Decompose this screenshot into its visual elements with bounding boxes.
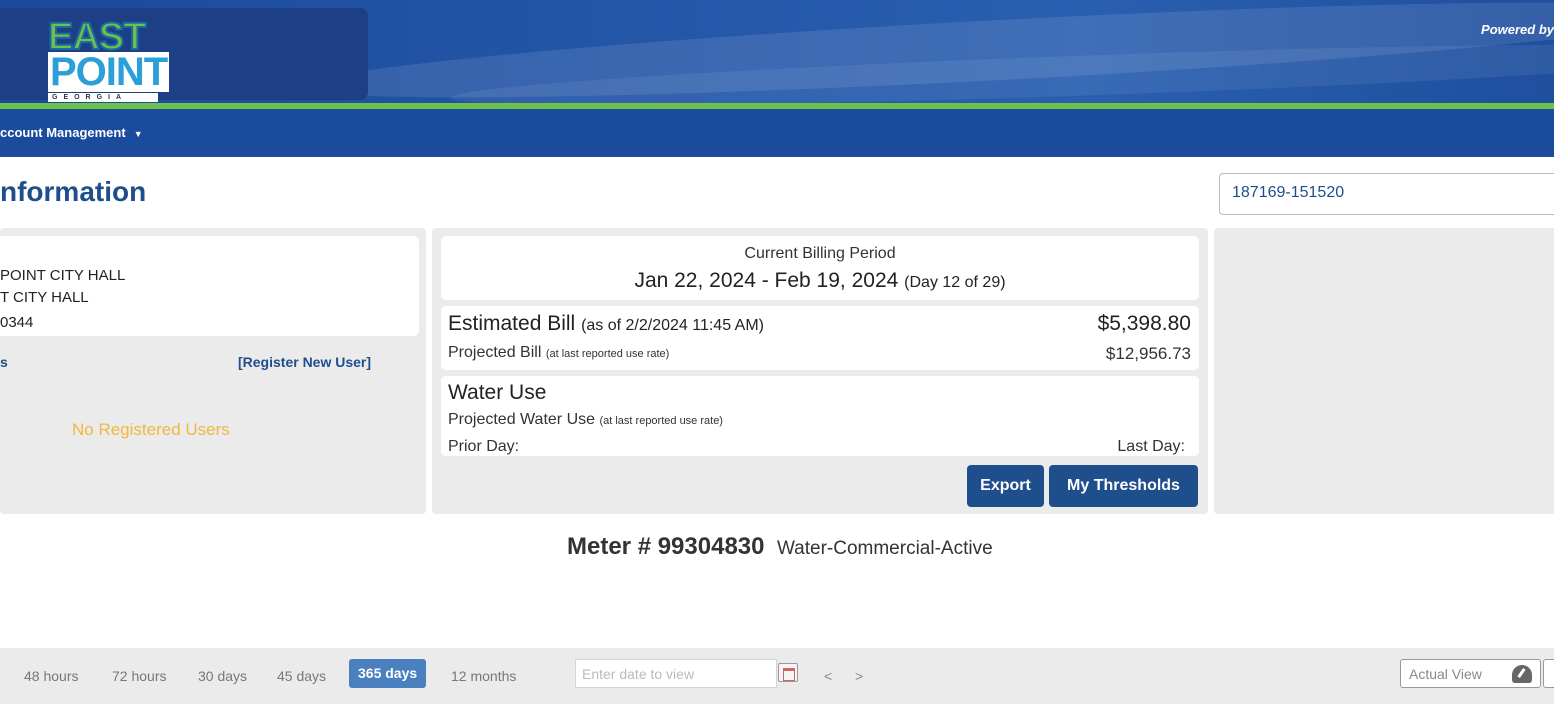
- projected-water-use: Projected Water Use (at last reported us…: [448, 411, 723, 429]
- nav-account-management[interactable]: ccount Management ▼: [0, 125, 143, 140]
- powered-by-text: Powered by: [1481, 22, 1554, 37]
- nav-account-management-label: ccount Management: [0, 125, 126, 140]
- prior-day-label: Prior Day:: [448, 438, 520, 455]
- meter-number: Meter # 99304830: [567, 533, 765, 560]
- projected-bill-amount: $12,956.73: [1105, 344, 1191, 363]
- estimated-bill-card: Estimated Bill (as of 2/2/2024 11:45 AM)…: [441, 306, 1199, 370]
- estimated-bill-asof: (as of 2/2/2024 11:45 AM): [581, 317, 764, 334]
- billing-period-card: Current Billing Period Jan 22, 2024 - Fe…: [441, 236, 1199, 300]
- previous-arrow[interactable]: <: [824, 668, 832, 684]
- users-section-label: s: [0, 354, 8, 370]
- calendar-icon[interactable]: [778, 663, 798, 682]
- caret-down-icon: ▼: [133, 129, 143, 139]
- water-use-card[interactable]: Water Use Projected Water Use (at last r…: [441, 376, 1199, 456]
- range-48-hours[interactable]: 48 hours: [24, 668, 78, 684]
- last-day-label: Last Day:: [1117, 438, 1185, 455]
- address-card: POINT CITY HALL T CITY HALL 0344: [0, 236, 419, 336]
- billing-panel: Current Billing Period Jan 22, 2024 - Fe…: [432, 228, 1208, 514]
- logo-georgia: GEORGIA: [48, 93, 158, 102]
- range-12-months[interactable]: 12 months: [451, 668, 516, 684]
- time-range-toolbar: 48 hours 72 hours 30 days 45 days 365 da…: [0, 648, 1554, 704]
- range-72-hours[interactable]: 72 hours: [112, 668, 166, 684]
- logo-container: EAST POINT GEORGIA: [0, 8, 368, 102]
- projected-bill-title: Projected Bill (at last reported use rat…: [448, 344, 669, 362]
- billing-period-label: Current Billing Period: [744, 245, 896, 262]
- range-30-days[interactable]: 30 days: [198, 668, 247, 684]
- gauge-icon: [1512, 665, 1532, 683]
- billing-period-dates: Jan 22, 2024 - Feb 19, 2024 (Day 12 of 2…: [441, 269, 1199, 293]
- actual-view-label: Actual View: [1409, 666, 1482, 682]
- no-registered-users-message: No Registered Users: [72, 420, 230, 439]
- estimated-bill-label: Estimated Bill: [448, 312, 576, 335]
- address-line: POINT CITY HALL: [0, 267, 126, 284]
- logo-point: POINT: [48, 50, 170, 94]
- export-button[interactable]: Export: [967, 465, 1044, 507]
- register-new-user-link[interactable]: [Register New User]: [238, 354, 371, 370]
- page-title: nformation: [0, 176, 147, 207]
- range-365-days[interactable]: 365 days: [349, 659, 427, 688]
- estimated-bill-title: Estimated Bill (as of 2/2/2024 11:45 AM): [448, 312, 764, 336]
- meter-info: Meter # 99304830 Water-Commercial-Active: [567, 533, 993, 561]
- account-number-field[interactable]: 187169-151520: [1219, 173, 1554, 215]
- toolbar-extra-button[interactable]: [1543, 659, 1554, 688]
- projected-bill-note: (at last reported use rate): [545, 348, 670, 360]
- address-line: T CITY HALL: [0, 289, 89, 306]
- customer-panel: POINT CITY HALL T CITY HALL 0344 s [Regi…: [0, 228, 426, 514]
- projected-water-use-label: Projected Water Use: [448, 411, 596, 428]
- billing-period-range: Jan 22, 2024 - Feb 19, 2024: [634, 269, 899, 292]
- estimated-bill-amount: $5,398.80: [1097, 312, 1191, 335]
- meter-type: Water-Commercial-Active: [776, 538, 993, 559]
- my-thresholds-button[interactable]: My Thresholds: [1049, 465, 1198, 507]
- billing-day-info: (Day 12 of 29): [904, 274, 1006, 291]
- east-point-logo[interactable]: EAST POINT GEORGIA: [47, 17, 174, 102]
- header-banner: EAST POINT GEORGIA Powered by: [0, 0, 1554, 105]
- range-45-days[interactable]: 45 days: [277, 668, 326, 684]
- next-arrow[interactable]: >: [855, 668, 863, 684]
- date-view-input[interactable]: Enter date to view: [575, 659, 777, 688]
- actual-view-button[interactable]: Actual View: [1400, 659, 1541, 688]
- water-use-title: Water Use: [448, 381, 547, 404]
- side-panel: [1214, 228, 1554, 514]
- projected-water-use-note: (at last reported use rate): [599, 415, 723, 427]
- projected-bill-label: Projected Bill: [448, 344, 542, 361]
- address-line: 0344: [0, 314, 34, 331]
- main-navbar: ccount Management ▼: [0, 109, 1554, 157]
